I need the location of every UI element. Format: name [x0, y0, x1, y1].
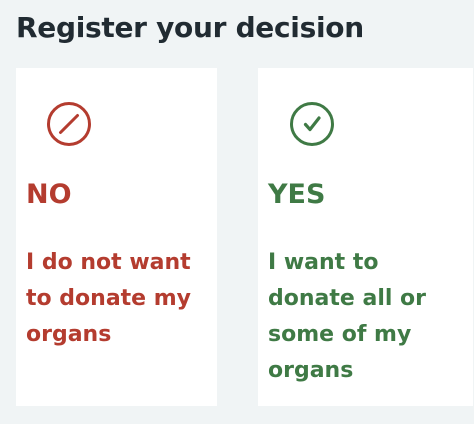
decision-card-yes[interactable]: YES I want to donate all or some of my o…: [258, 68, 473, 406]
decision-yes-heading: YES: [268, 179, 326, 210]
prohibited-icon: [47, 102, 91, 146]
decision-no-heading: NO: [26, 179, 72, 210]
page-title: Register your decision: [16, 11, 364, 44]
check-circle-icon: [290, 102, 334, 146]
decision-no-description: I do not want to donate my organs: [26, 250, 192, 347]
decision-yes-description: I want to donate all or some of my organ…: [268, 250, 427, 383]
decision-card-no[interactable]: NO I do not want to donate my organs: [16, 68, 217, 406]
